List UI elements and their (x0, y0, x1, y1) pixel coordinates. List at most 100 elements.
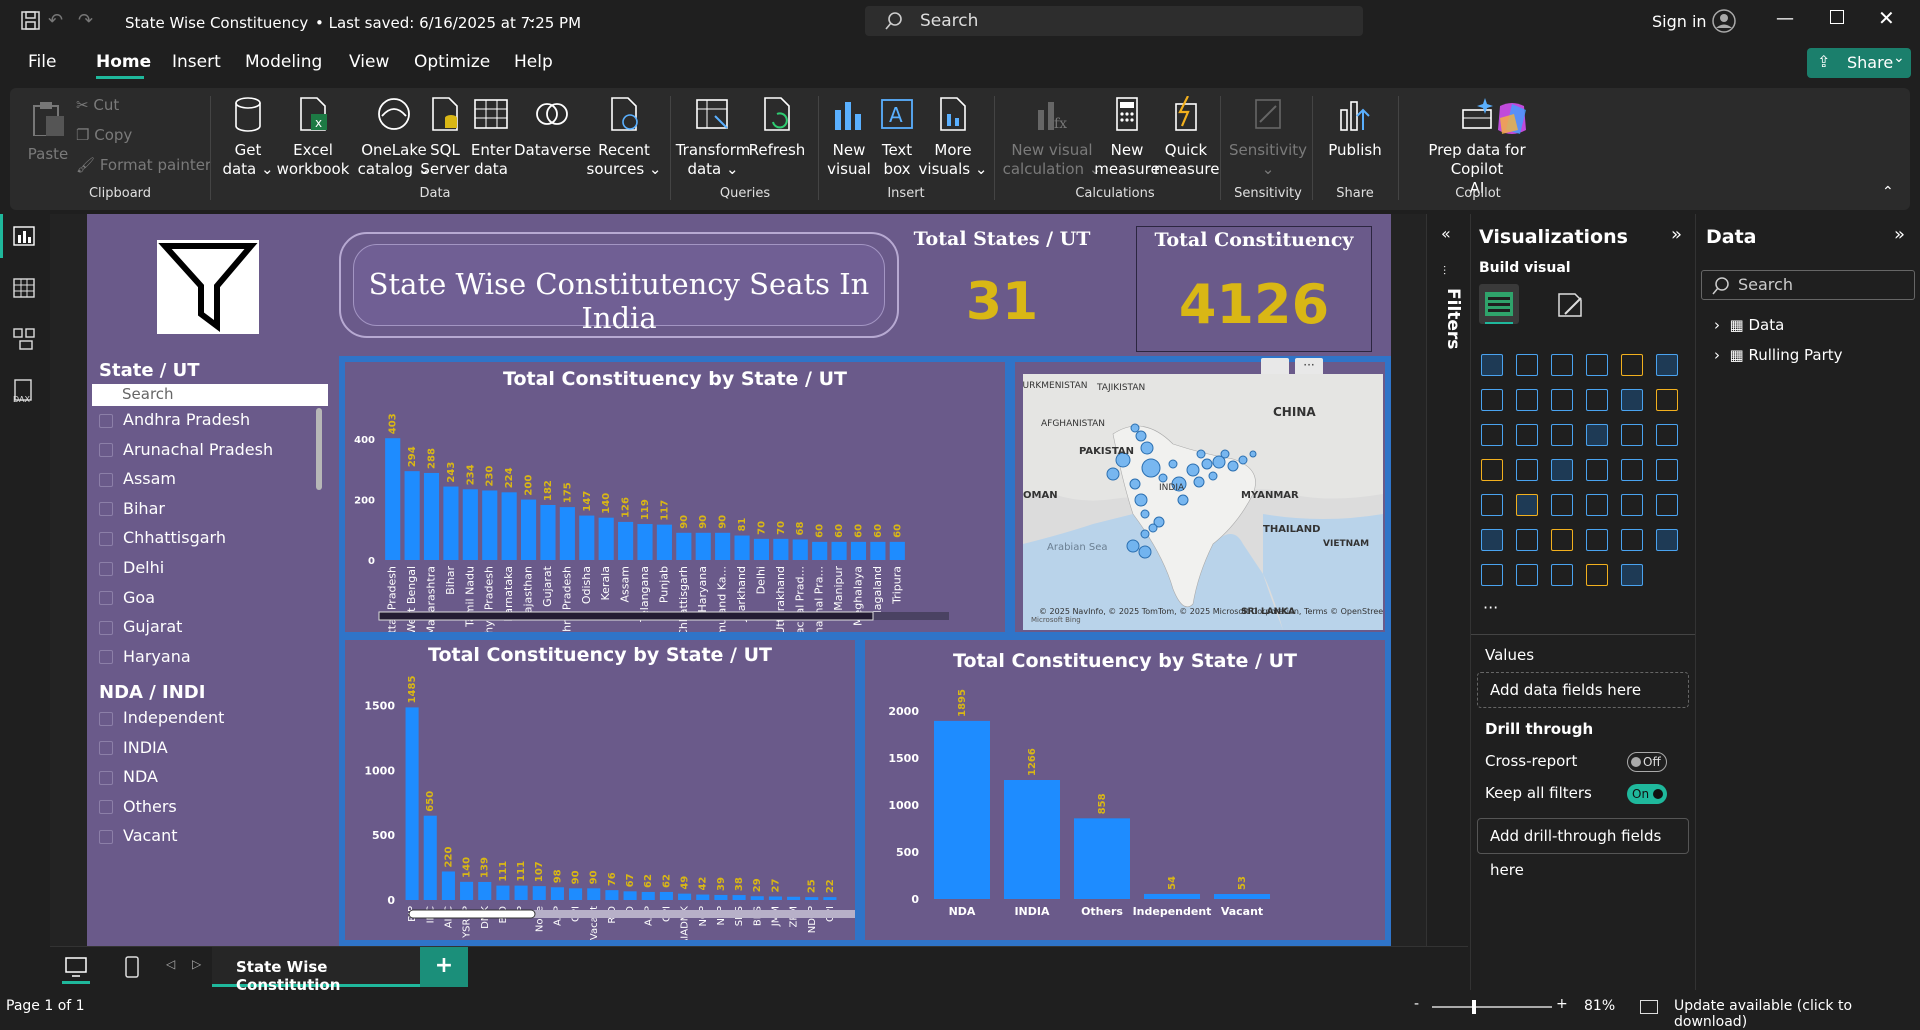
bar[interactable] (812, 541, 828, 560)
bar[interactable] (1144, 893, 1200, 899)
bar[interactable] (714, 894, 728, 900)
clustered-bar-icon[interactable] (1551, 354, 1573, 376)
slicer-item[interactable]: Haryana (99, 645, 191, 669)
transform-data-button[interactable]: Transform data ⌄ (674, 96, 752, 179)
bar[interactable] (715, 532, 731, 560)
slicer-scrollbar[interactable] (316, 408, 322, 490)
bar[interactable] (831, 541, 847, 560)
treemap-icon[interactable] (1481, 459, 1503, 481)
table-item-rulling-party[interactable]: › ▦ Rulling Party (1714, 346, 1843, 364)
scatter-icon[interactable] (1586, 424, 1608, 446)
maximize-icon[interactable] (1830, 10, 1844, 24)
bar[interactable] (443, 486, 459, 560)
power-automate-icon[interactable] (1621, 564, 1643, 586)
bar[interactable] (559, 507, 575, 560)
bar[interactable] (659, 891, 673, 900)
bar[interactable] (676, 532, 692, 560)
map-icon[interactable] (1516, 459, 1538, 481)
bar[interactable] (870, 541, 886, 560)
table-visual-icon[interactable] (1586, 494, 1608, 516)
matrix-icon[interactable] (1621, 494, 1643, 516)
slicer-item[interactable]: Others (99, 795, 177, 819)
bar[interactable] (478, 881, 492, 900)
bar[interactable] (423, 472, 440, 560)
slicer-item[interactable]: Delhi (99, 556, 164, 580)
bar[interactable] (805, 897, 819, 900)
donut-chart-icon[interactable] (1656, 424, 1678, 446)
minimize-icon[interactable]: — (1776, 8, 1794, 29)
checkbox[interactable] (99, 472, 113, 487)
map-visual[interactable]: TURKMENISTAN TAJIKISTAN AFGHANISTAN CHIN… (1023, 374, 1383, 630)
chevron-down-icon[interactable]: ⌄ (526, 11, 537, 26)
report-view-icon[interactable] (13, 226, 35, 246)
horizontal-scrollbar-thumb[interactable] (378, 611, 874, 621)
recent-sources-button[interactable]: Recent sources ⌄ (584, 96, 664, 179)
sensitivity-button[interactable]: Sensitivity ⌄ (1228, 96, 1308, 179)
line-chart-icon[interactable] (1481, 389, 1503, 411)
zoom-out-icon[interactable]: - (1414, 996, 1419, 1012)
multi-row-card-icon[interactable] (1481, 494, 1503, 516)
menu-modeling[interactable]: Modeling (245, 52, 322, 72)
collapse-viz-icon[interactable]: » (1671, 224, 1682, 245)
area-chart-icon[interactable] (1516, 389, 1538, 411)
slicer-search-input[interactable]: Search (92, 384, 328, 406)
qa-icon[interactable] (1586, 529, 1608, 551)
pie-chart-icon[interactable] (1621, 424, 1643, 446)
chart-alliance-panel[interactable]: Total Constituency by State / UT 0 500 100… (859, 634, 1391, 946)
format-visual-icon[interactable] (1555, 290, 1585, 320)
slicer-item[interactable]: Assam (99, 467, 176, 491)
checkbox[interactable] (99, 711, 113, 726)
checkbox[interactable] (99, 829, 113, 844)
azure-map-icon[interactable] (1586, 459, 1608, 481)
bar[interactable] (641, 891, 655, 900)
bar[interactable] (482, 490, 498, 560)
page-tab-active[interactable]: State Wise Constitution (212, 947, 420, 994)
excel-workbook-button[interactable]: x Excel workbook (276, 96, 350, 179)
bar[interactable] (618, 521, 634, 560)
values-drop-zone[interactable]: Add data fields here (1477, 672, 1689, 708)
undo-icon[interactable]: ↶ (48, 10, 63, 31)
checkbox[interactable] (99, 620, 113, 635)
user-avatar-icon[interactable] (1712, 9, 1736, 33)
fit-to-page-icon[interactable] (1640, 1000, 1658, 1014)
kpi-icon[interactable] (1516, 494, 1538, 516)
bar[interactable] (732, 895, 746, 900)
menu-insert[interactable]: Insert (172, 52, 221, 72)
desktop-layout-icon[interactable] (64, 955, 88, 979)
menu-home[interactable]: Home (96, 52, 151, 72)
line-clustered-icon[interactable] (1656, 389, 1678, 411)
filters-pane[interactable]: « ⫶ Filters (1426, 214, 1468, 946)
menu-file[interactable]: File (28, 52, 56, 72)
bar[interactable] (423, 815, 437, 900)
bar[interactable] (441, 871, 455, 900)
menu-help[interactable]: Help (514, 52, 553, 72)
model-view-icon[interactable] (13, 328, 35, 350)
map-panel[interactable]: ··· TURKMENISTAN TAJIKISTAN AFGHANISTAN … (1009, 356, 1391, 638)
slicer-item[interactable]: NDA (99, 765, 158, 789)
bar[interactable] (496, 885, 510, 900)
checkbox[interactable] (99, 591, 113, 606)
stacked-bar-icon[interactable] (1481, 354, 1503, 376)
collapse-ribbon-icon[interactable]: ⌃ (1882, 184, 1894, 200)
bar[interactable] (569, 888, 583, 900)
bar[interactable] (934, 720, 990, 899)
publish-button[interactable]: Publish (1318, 96, 1392, 160)
slicer-item[interactable]: Andhra Pradesh (99, 408, 250, 432)
chart-parties-panel[interactable]: Total Constituency by State / UT 0 500 100… (339, 634, 861, 946)
drill-through-drop-zone[interactable]: Add drill-through fields here (1477, 818, 1689, 879)
slicer-item[interactable]: Gujarat (99, 615, 182, 639)
menu-view[interactable]: View (349, 52, 389, 72)
slicer-item[interactable]: INDIA (99, 736, 168, 760)
r-script-icon[interactable] (1656, 494, 1678, 516)
bar[interactable] (656, 524, 672, 560)
bar[interactable] (623, 891, 637, 900)
bar[interactable] (579, 515, 595, 560)
bar[interactable] (385, 438, 401, 560)
gauge-icon[interactable] (1621, 459, 1643, 481)
dataverse-button[interactable]: Dataverse (514, 96, 591, 160)
slicer-item[interactable]: Arunachal Pradesh (99, 438, 273, 462)
expand-filters-icon[interactable]: « (1441, 224, 1451, 243)
redo-icon[interactable]: ↷ (78, 10, 93, 31)
bar[interactable] (823, 897, 837, 900)
bar[interactable] (587, 888, 601, 900)
